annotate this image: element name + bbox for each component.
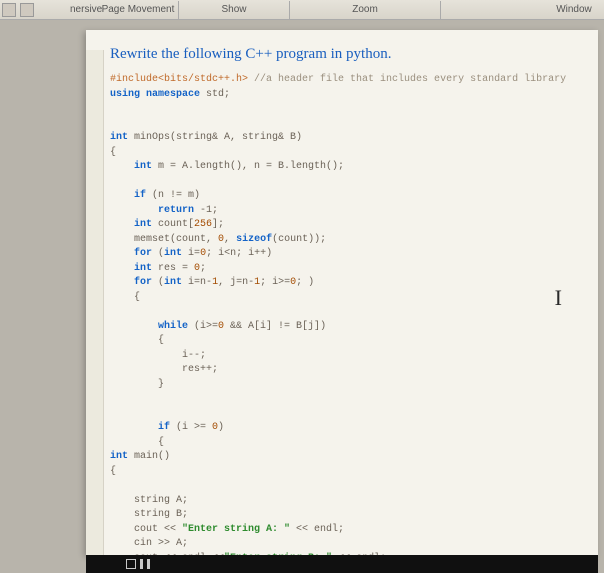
code-text: ; — [200, 263, 206, 274]
code-text: (n != m) — [146, 190, 200, 201]
taskbar-fragment — [86, 555, 598, 573]
code-number: 256 — [194, 219, 212, 230]
code-text: -1; — [194, 205, 218, 216]
code-keyword: int — [110, 161, 152, 172]
code-text: << endl; — [290, 524, 344, 535]
code-text: minOps(string& A, string& B) — [128, 132, 302, 143]
code-string: "Enter string A: " — [182, 524, 290, 535]
toolbar-separator — [440, 1, 441, 19]
code-text: std; — [200, 89, 230, 100]
code-text: ]; — [212, 219, 224, 230]
code-text: string B; — [110, 509, 188, 520]
code-text: m = A.length(), n = B.length(); — [152, 161, 344, 172]
toolbar-label-page-movement[interactable]: Page Movement — [98, 4, 178, 15]
code-keyword: if — [110, 190, 146, 201]
code-text: && A[i] != B[j]) — [224, 321, 326, 332]
code-text: ; ) — [296, 277, 314, 288]
thumb-icon — [2, 3, 16, 17]
taskbar-icon — [147, 559, 150, 569]
code-text: ( — [152, 248, 164, 259]
text-cursor-icon: I — [555, 285, 562, 311]
code-text: i= — [182, 248, 200, 259]
toolbar-label-immersive[interactable]: nersive — [70, 4, 98, 15]
code-keyword: for — [110, 248, 152, 259]
code-keyword: int — [110, 451, 128, 462]
code-text: memset(count, — [110, 234, 218, 245]
code-keyword: return — [110, 205, 194, 216]
document-page: Rewrite the following C++ program in pyt… — [86, 30, 598, 555]
code-keyword: sizeof — [236, 234, 272, 245]
code-keyword: int — [110, 219, 152, 230]
code-text: ; i<n; i++) — [206, 248, 272, 259]
code-keyword: if — [110, 422, 170, 433]
code-text: res++; — [110, 364, 218, 375]
code-keyword: int — [110, 263, 152, 274]
taskbar-icon — [140, 559, 143, 569]
toolbar-label-show[interactable]: Show — [179, 4, 289, 15]
code-keyword: int — [164, 277, 182, 288]
code-keyword: int — [164, 248, 182, 259]
toolbar-label-window[interactable]: Window — [544, 4, 604, 15]
code-text: (i>= — [188, 321, 218, 332]
code-text: } — [110, 379, 164, 390]
question-heading: Rewrite the following C++ program in pyt… — [110, 46, 584, 63]
code-text: { — [110, 466, 116, 477]
taskbar-icon — [126, 559, 136, 569]
code-text: cin >> A; — [110, 538, 188, 549]
code-text: string A; — [110, 495, 188, 506]
code-text: i--; — [110, 350, 206, 361]
code-keyword: while — [110, 321, 188, 332]
code-text: cout << — [110, 524, 182, 535]
toolbar-label-zoom[interactable]: Zoom — [290, 4, 440, 15]
code-text: count[ — [152, 219, 194, 230]
code-text: (count)); — [272, 234, 326, 245]
code-text: { — [110, 437, 164, 448]
code-text: { — [110, 292, 140, 303]
page-gutter — [86, 50, 104, 555]
app-toolbar: nersive Page Movement Show Zoom Window — [0, 0, 604, 20]
code-comment: //a header file that includes every stan… — [248, 74, 566, 85]
code-text: ; i>= — [260, 277, 290, 288]
code-text: , j=n- — [218, 277, 254, 288]
code-keyword: for — [110, 277, 152, 288]
toolbar-thumbs — [0, 3, 70, 17]
code-text: #include — [110, 74, 158, 85]
code-text: (i >= — [170, 422, 212, 433]
code-text: ) — [218, 422, 224, 433]
code-text: res = — [152, 263, 194, 274]
code-text: <bits/stdc++.h> — [158, 74, 248, 85]
code-text: ( — [152, 277, 164, 288]
code-text: main() — [128, 451, 170, 462]
thumb-icon — [20, 3, 34, 17]
code-text: { — [110, 335, 164, 346]
code-text: , — [224, 234, 236, 245]
code-block: #include<bits/stdc++.h> //a header file … — [110, 73, 584, 555]
code-keyword: int — [110, 132, 128, 143]
code-text: i=n- — [182, 277, 212, 288]
code-text: { — [110, 147, 116, 158]
code-keyword: using namespace — [110, 89, 200, 100]
